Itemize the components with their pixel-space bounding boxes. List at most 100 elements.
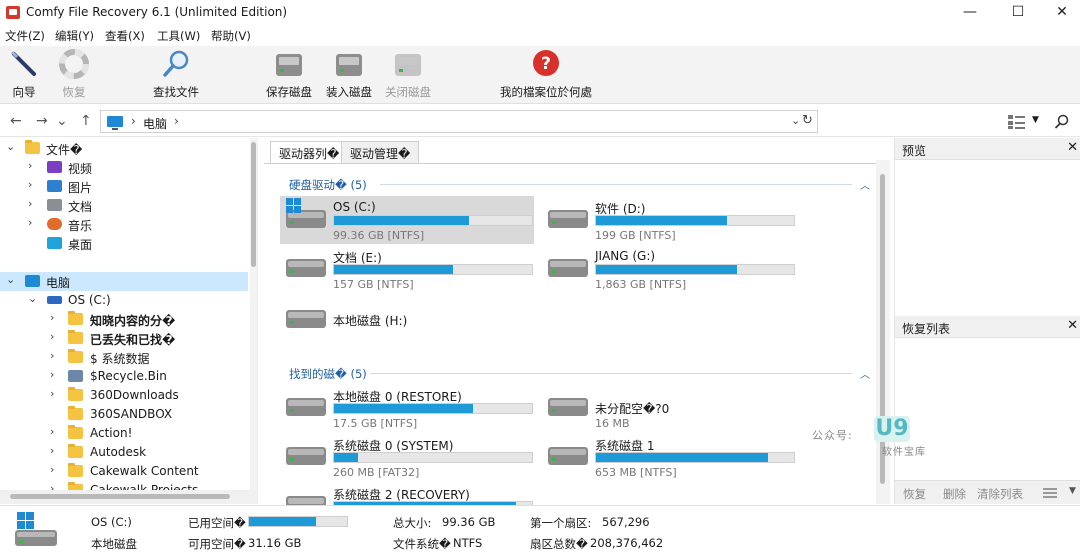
status-free-value: 31.16 GB bbox=[248, 536, 302, 550]
menu-edit[interactable]: 编辑(Y) bbox=[53, 28, 96, 44]
hard-disk-icon bbox=[548, 398, 588, 416]
menu-tools[interactable]: 工具(W) bbox=[155, 28, 202, 44]
drive-tile[interactable]: 软件 (D:) 199 GB [NTFS] bbox=[542, 196, 796, 244]
drive-tile[interactable]: 本地磁盘 0 (RESTORE) 17.5 GB [NTFS] bbox=[280, 384, 534, 432]
expand-chevron-icon[interactable]: › bbox=[28, 216, 32, 229]
expand-chevron-icon[interactable]: › bbox=[50, 387, 54, 400]
view-mode-icon[interactable] bbox=[1008, 115, 1026, 129]
minimize-button[interactable]: — bbox=[948, 0, 992, 26]
tree-item-music[interactable]: › 音乐 bbox=[0, 215, 248, 234]
breadcrumb-computer[interactable]: 电脑 bbox=[143, 115, 167, 132]
tree-item-folder[interactable]: › 知晓内容的分� bbox=[0, 310, 248, 329]
expand-chevron-icon[interactable]: › bbox=[50, 463, 54, 476]
close-disk-button[interactable]: 关闭磁盘 bbox=[380, 48, 436, 100]
tree-item-folder[interactable]: › Autodesk bbox=[0, 443, 248, 462]
drive-size: 199 GB [NTFS] bbox=[595, 229, 676, 242]
tree-item-files[interactable]: ⌄ 文件� bbox=[0, 139, 248, 158]
tree-item-computer[interactable]: ⌄ 电脑 bbox=[0, 272, 248, 291]
drive-tile[interactable]: 系统磁盘 1 653 MB [NTFS] bbox=[542, 433, 796, 481]
history-dropdown[interactable]: ⌄ bbox=[56, 113, 68, 129]
tree-item-folder[interactable]: › $ 系统数据 bbox=[0, 348, 248, 367]
folder-icon bbox=[68, 425, 83, 439]
status-used-label: 已用空间� bbox=[188, 516, 246, 530]
clear-list-button[interactable]: 清除列表 bbox=[977, 486, 1023, 502]
tree-item-folder[interactable]: › Cakewalk Content bbox=[0, 462, 248, 481]
window-title: Comfy File Recovery 6.1 (Unlimited Editi… bbox=[26, 5, 288, 19]
close-icon[interactable]: ✕ bbox=[1067, 318, 1078, 333]
drive-usage-bar bbox=[595, 452, 795, 463]
mount-disk-button[interactable]: 装入磁盘 bbox=[322, 48, 376, 100]
tree-item-folder[interactable]: › $Recycle.Bin bbox=[0, 367, 248, 386]
where-files-label: 我的檔案位於何處 bbox=[500, 85, 592, 99]
tree-item-documents[interactable]: › 文档 bbox=[0, 196, 248, 215]
refresh-button[interactable]: ↻ bbox=[802, 113, 813, 128]
drive-tile[interactable]: 本地磁盘 (H:) bbox=[280, 296, 534, 344]
expand-chevron-icon[interactable]: › bbox=[28, 178, 32, 191]
drive-size: 16 MB bbox=[595, 417, 630, 430]
expand-chevron-icon[interactable]: › bbox=[50, 444, 54, 457]
tree-item-videos[interactable]: › 视频 bbox=[0, 158, 248, 177]
search-icon[interactable] bbox=[1054, 114, 1070, 130]
where-files-button[interactable]: ? 我的檔案位於何處 bbox=[494, 48, 598, 100]
menu-help[interactable]: 帮助(V) bbox=[209, 28, 253, 44]
close-icon[interactable]: ✕ bbox=[1067, 140, 1078, 155]
menu-file[interactable]: 文件(Z) bbox=[3, 28, 47, 44]
forward-button[interactable]: → bbox=[36, 113, 48, 129]
status-fs-value: NTFS bbox=[453, 536, 483, 550]
expand-chevron-icon[interactable]: › bbox=[50, 482, 54, 490]
address-input[interactable]: › 电脑 › ⌄ ↻ bbox=[100, 110, 818, 133]
tree-item-folder[interactable]: 360SANDBOX bbox=[0, 405, 248, 424]
collapse-chevron-icon[interactable]: ⌄ bbox=[6, 273, 15, 286]
tree-item-desktop[interactable]: 桌面 bbox=[0, 234, 248, 253]
preview-pane: 预览 ✕ bbox=[894, 138, 1080, 316]
drive-name: 本地磁盘 (H:) bbox=[333, 314, 408, 328]
drive-tile[interactable]: 系统磁盘 0 (SYSTEM) 260 MB [FAT32] bbox=[280, 433, 534, 481]
back-button[interactable]: ← bbox=[10, 113, 22, 129]
drive-tile[interactable]: OS (C:) 99.36 GB [NTFS] bbox=[280, 196, 534, 244]
expand-chevron-icon[interactable]: › bbox=[50, 311, 54, 324]
tree-item-folder[interactable]: › Action! bbox=[0, 424, 248, 443]
close-button[interactable]: ✕ bbox=[1040, 0, 1080, 26]
drive-usage-bar bbox=[333, 452, 533, 463]
tree-item-folder[interactable]: › 360Downloads bbox=[0, 386, 248, 405]
list-options-icon[interactable] bbox=[1043, 487, 1057, 499]
expand-chevron-icon[interactable]: › bbox=[28, 197, 32, 210]
find-files-button[interactable]: 查找文件 bbox=[148, 48, 204, 100]
disk-save-icon bbox=[273, 48, 305, 80]
tree-vertical-scrollbar[interactable] bbox=[250, 138, 258, 490]
recover-list-button[interactable]: 恢复 bbox=[903, 486, 926, 502]
expand-chevron-icon[interactable]: › bbox=[50, 425, 54, 438]
breadcrumb-separator[interactable]: › bbox=[174, 114, 179, 128]
maximize-button[interactable]: ☐ bbox=[996, 0, 1040, 26]
hard-disk-icon bbox=[286, 447, 326, 465]
expand-chevron-icon[interactable]: › bbox=[50, 368, 54, 381]
up-button[interactable]: ↑ bbox=[80, 113, 92, 129]
tab-drives[interactable]: 驱动器列� bbox=[270, 141, 349, 163]
tree-item-pictures[interactable]: › 图片 bbox=[0, 177, 248, 196]
save-disk-button[interactable]: 保存磁盘 bbox=[262, 48, 316, 100]
collapse-chevron-icon[interactable]: ︿ bbox=[860, 366, 870, 381]
view-mode-dropdown[interactable]: ▼ bbox=[1032, 115, 1039, 125]
tab-drive-management[interactable]: 驱动管理� bbox=[341, 141, 420, 163]
collapse-chevron-icon[interactable]: ⌄ bbox=[28, 292, 37, 305]
wizard-button[interactable]: 向导 bbox=[8, 48, 40, 100]
recover-button[interactable]: 恢复 bbox=[58, 48, 90, 100]
menu-view[interactable]: 查看(X) bbox=[103, 28, 147, 44]
drive-tile[interactable]: 未分配空�?0 16 MB bbox=[542, 384, 796, 432]
expand-chevron-icon[interactable]: › bbox=[50, 349, 54, 362]
address-dropdown[interactable]: ⌄ bbox=[791, 114, 800, 127]
collapse-chevron-icon[interactable]: ⌄ bbox=[6, 140, 15, 153]
tree-horizontal-scrollbar[interactable] bbox=[0, 490, 258, 504]
tree-item-folder[interactable]: › Cakewalk Projects bbox=[0, 481, 248, 490]
list-options-dropdown[interactable]: ▼ bbox=[1069, 486, 1076, 496]
drive-tile[interactable]: 文档 (E:) 157 GB [NTFS] bbox=[280, 245, 534, 293]
expand-chevron-icon[interactable]: › bbox=[28, 159, 32, 172]
tree-item-folder[interactable]: › 已丢失和已找� bbox=[0, 329, 248, 348]
delete-list-button[interactable]: 删除 bbox=[943, 486, 966, 502]
expand-chevron-icon[interactable]: › bbox=[50, 330, 54, 343]
drive-tile[interactable]: JIANG (G:) 1,863 GB [NTFS] bbox=[542, 245, 796, 293]
tree-item-os-drive[interactable]: ⌄ OS (C:) bbox=[0, 291, 248, 310]
recovery-list-pane: 恢复列表 ✕ 恢复 删除 清除列表 ▼ bbox=[894, 316, 1080, 504]
tree-item-label: 视频 bbox=[68, 162, 93, 176]
collapse-chevron-icon[interactable]: ︿ bbox=[860, 177, 870, 192]
